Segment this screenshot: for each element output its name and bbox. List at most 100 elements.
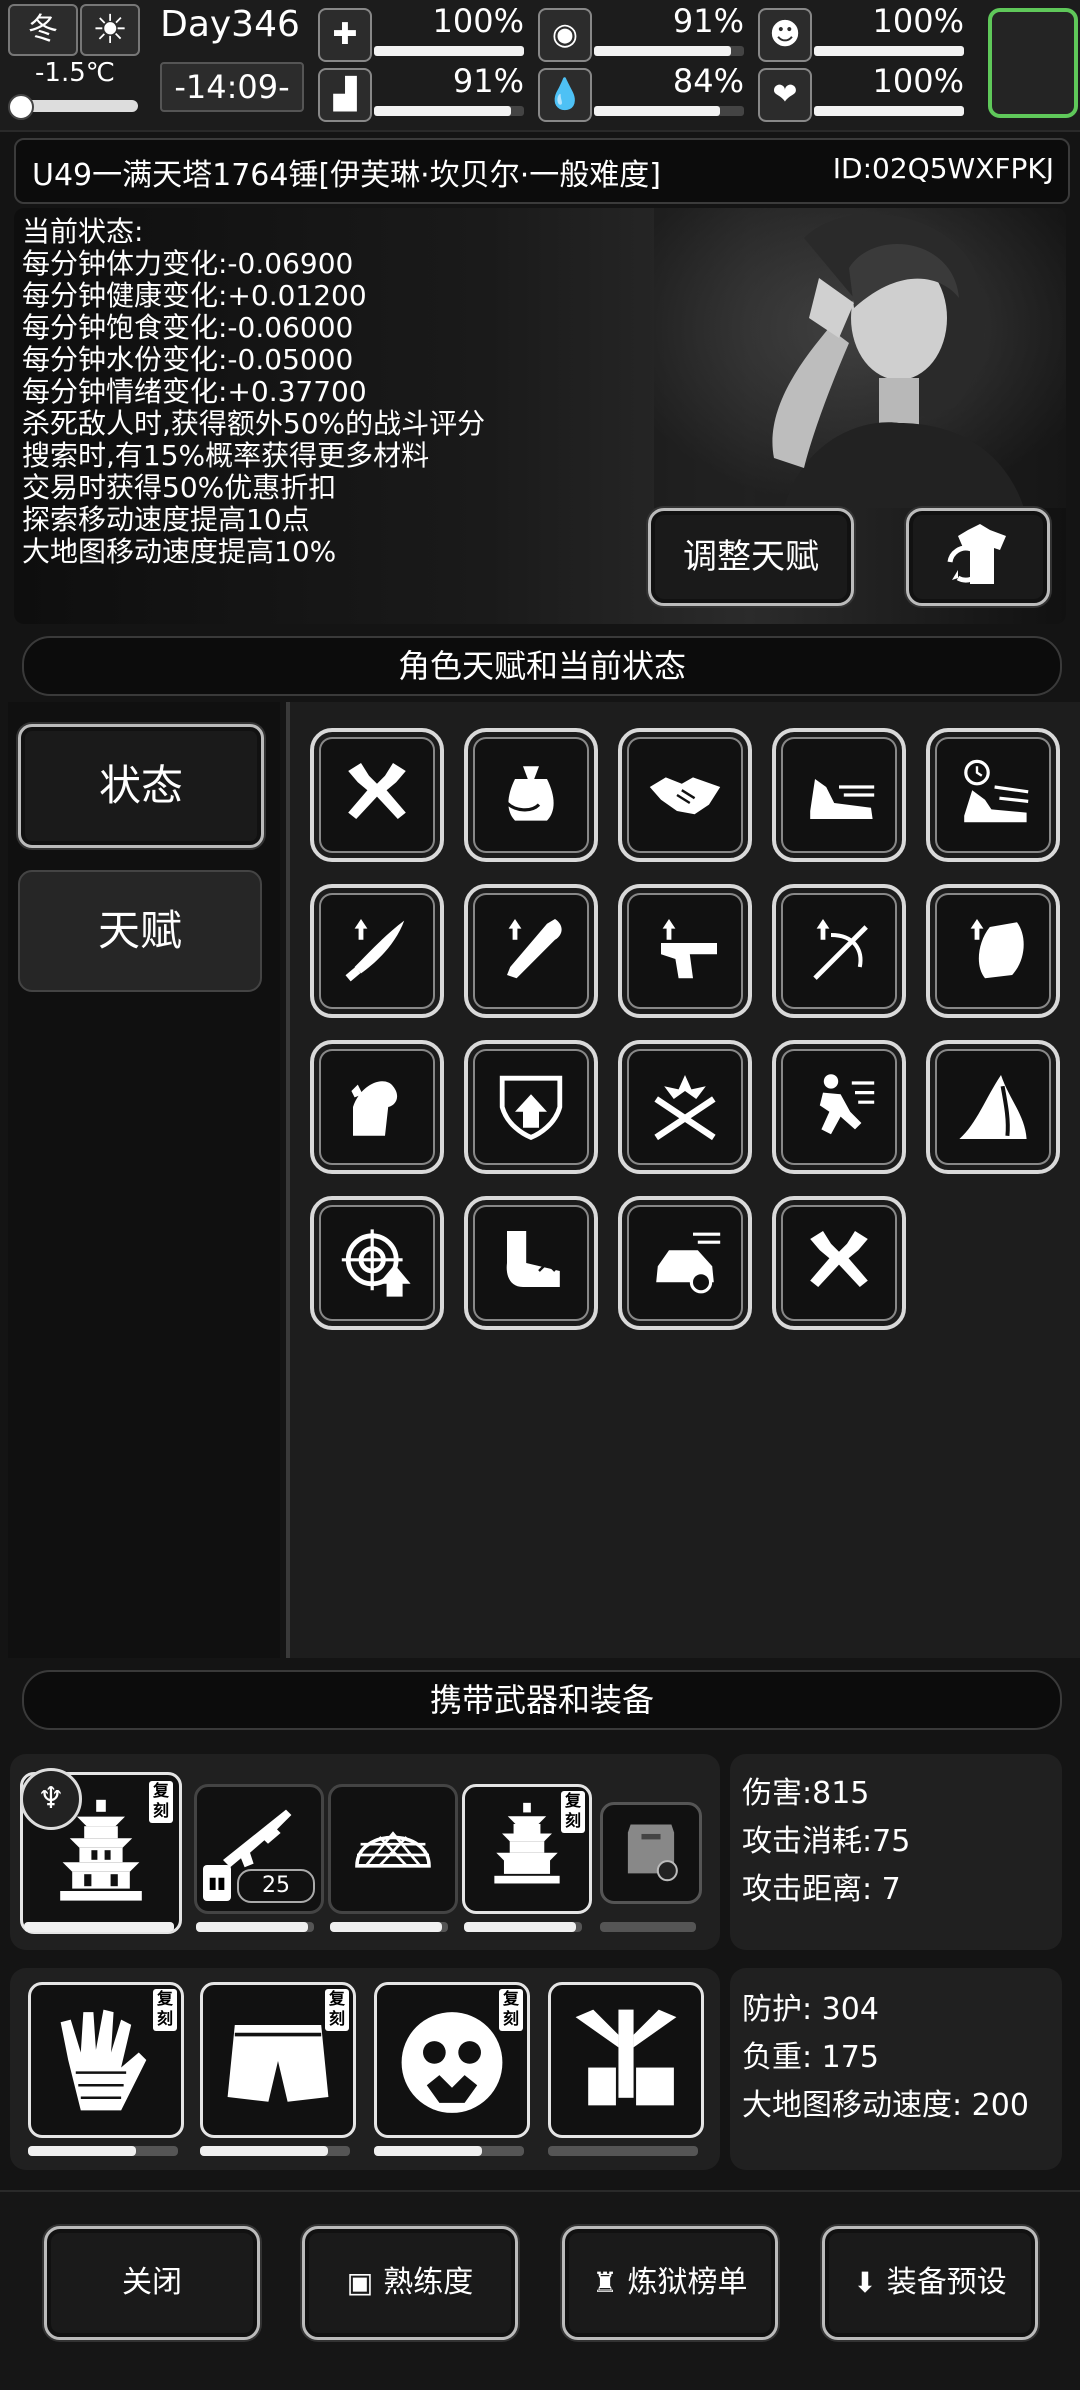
map-speed-stat: 大地图移动速度: 200 (742, 2088, 1029, 2123)
talent-slot[interactable] (772, 1040, 906, 1174)
mood-icon: ☻ (758, 8, 812, 62)
beast-mask-icon (401, 2012, 503, 2113)
ranking-button-label: 炼狱榜单 (627, 2265, 748, 2300)
stat-stomach: ◉ 91% (538, 2, 748, 62)
talent-slot[interactable] (926, 728, 1060, 862)
stat-heart: ❤ 100% (758, 62, 968, 122)
stat-bar (814, 46, 964, 56)
talent-slot[interactable] (772, 884, 906, 1018)
outfit-swap-button[interactable] (906, 508, 1050, 606)
talent-slot[interactable] (772, 728, 906, 862)
weapon-slots: 复刻 ♆ ▮▮ 25 复刻 (10, 1754, 720, 1950)
proficiency-button[interactable]: ▣ 熟练度 (302, 2226, 518, 2340)
copy-badge: 复刻 (499, 1989, 523, 2031)
talent-slot[interactable] (310, 1196, 444, 1330)
stat-bar (594, 106, 744, 116)
talent-slot[interactable] (310, 1040, 444, 1174)
handshake-icon (649, 777, 721, 815)
weapon-slot-helmet[interactable] (328, 1784, 458, 1914)
stat-bar-fill (814, 106, 964, 116)
weapon-slot-pagoda[interactable]: 复刻 (462, 1784, 592, 1914)
copy-badge: 复刻 (153, 1989, 177, 2031)
durability-fill (330, 1922, 443, 1932)
talent-slot[interactable] (618, 728, 752, 862)
speed-shoe-clock-icon (964, 759, 1029, 823)
talent-slot[interactable] (926, 1040, 1060, 1174)
stat-bar (594, 46, 744, 56)
close-button-label: 关闭 (122, 2265, 182, 2300)
target-up-icon (341, 1229, 411, 1297)
game-clock: -14:09- (160, 62, 304, 112)
copy-badge: 复刻 (149, 1781, 173, 1823)
arm-grab-icon (506, 1231, 560, 1287)
proficiency-button-label: 熟练度 (383, 2265, 474, 2300)
talent-slot[interactable] (772, 1196, 906, 1330)
durability-bar (200, 2146, 350, 2156)
talent-slot[interactable] (464, 1040, 598, 1174)
stat-bar-fill (814, 46, 964, 56)
talent-slot[interactable] (310, 884, 444, 1018)
sprint-figure-icon (819, 1074, 875, 1135)
talent-slot[interactable] (618, 1040, 752, 1174)
stat-value: 100% (432, 2, 524, 40)
status-line: 大地图移动速度提高10% (22, 535, 337, 568)
talent-slot[interactable] (310, 728, 444, 862)
armor-slot-gloves[interactable]: 复刻 (28, 1982, 184, 2138)
equipment-section-header: 携带武器和装备 (22, 1670, 1062, 1730)
durability-fill (464, 1922, 577, 1932)
machete-up-icon (345, 919, 405, 982)
bat-up-icon (507, 919, 562, 979)
weapon-slot-shield[interactable] (600, 1802, 702, 1904)
crossed-axes-icon (810, 1231, 868, 1287)
loot-bag-icon (505, 766, 554, 821)
backpack-frame-icon (575, 2009, 677, 2106)
tab-status[interactable]: 状态 (18, 724, 264, 848)
tab-talent[interactable]: 天赋 (18, 870, 262, 992)
talent-slot[interactable] (464, 1196, 598, 1330)
durability-fill (24, 1922, 174, 1932)
stat-water-drop: 💧 84% (538, 62, 748, 122)
talent-slot[interactable] (926, 884, 1060, 1018)
adjust-talent-button[interactable]: 调整天赋 (648, 508, 854, 606)
sun-icon: ☀ (80, 4, 140, 56)
ammo-count: 25 (237, 1869, 315, 1903)
stat-bar (814, 106, 964, 116)
durability-bar (374, 2146, 524, 2156)
stat-medkit: ✚ 100% (318, 2, 528, 62)
status-line: 每分钟情绪变化:+0.37700 (22, 375, 367, 408)
armor-slot-mask[interactable]: 复刻 (374, 1982, 530, 2138)
close-button[interactable]: 关闭 (44, 2226, 260, 2340)
armor-stats-panel: 防护: 304 负重: 175 大地图移动速度: 200 (730, 1968, 1062, 2170)
talent-slot[interactable] (464, 884, 598, 1018)
weapon-stats-panel: 伤害:815 攻击消耗:75 攻击距离: 7 (730, 1754, 1062, 1950)
save-title-bar: U49一满天塔1764锤[伊芙琳·坎贝尔·一般难度] ID:02Q5WXFPKJ (14, 138, 1070, 204)
durability-bar (548, 2146, 698, 2156)
outfit-swap-icon (947, 524, 1006, 584)
stat-bar-fill (374, 106, 511, 116)
running-shoe-icon (810, 779, 875, 819)
status-heading: 当前状态: (22, 215, 144, 248)
day-counter: Day346 (160, 4, 300, 45)
stat-bar-fill (594, 106, 720, 116)
status-line: 交易时获得50%优惠折扣 (22, 471, 337, 504)
talent-slot[interactable] (464, 728, 598, 862)
net-helmet-icon (355, 1831, 431, 1868)
shorts-icon (227, 2025, 329, 2102)
character-portrait (654, 208, 1066, 508)
armor-slot-shorts[interactable]: 复刻 (200, 1982, 356, 2138)
temperature-readout: -1.5℃ (35, 58, 115, 88)
talent-slot[interactable] (618, 884, 752, 1018)
durability-bar (24, 1922, 174, 1932)
shield-up-icon (499, 1075, 563, 1140)
stat-bar (374, 106, 524, 116)
ranking-button[interactable]: ♜ 炼狱榜单 (562, 2226, 778, 2340)
temperature-bar (8, 94, 138, 120)
chain-gloves-icon (60, 2009, 147, 2111)
durability-bar (28, 2146, 178, 2156)
equipment-preset-button[interactable]: ⬇ 装备预设 (822, 2226, 1038, 2340)
copy-badge: 复刻 (325, 1989, 349, 2031)
weapon-slot-rifle[interactable]: ▮▮ 25 (194, 1784, 324, 1914)
map-toggle-button[interactable] (988, 8, 1078, 118)
armor-slot-backpack[interactable] (548, 1982, 704, 2138)
talent-slot[interactable] (618, 1196, 752, 1330)
